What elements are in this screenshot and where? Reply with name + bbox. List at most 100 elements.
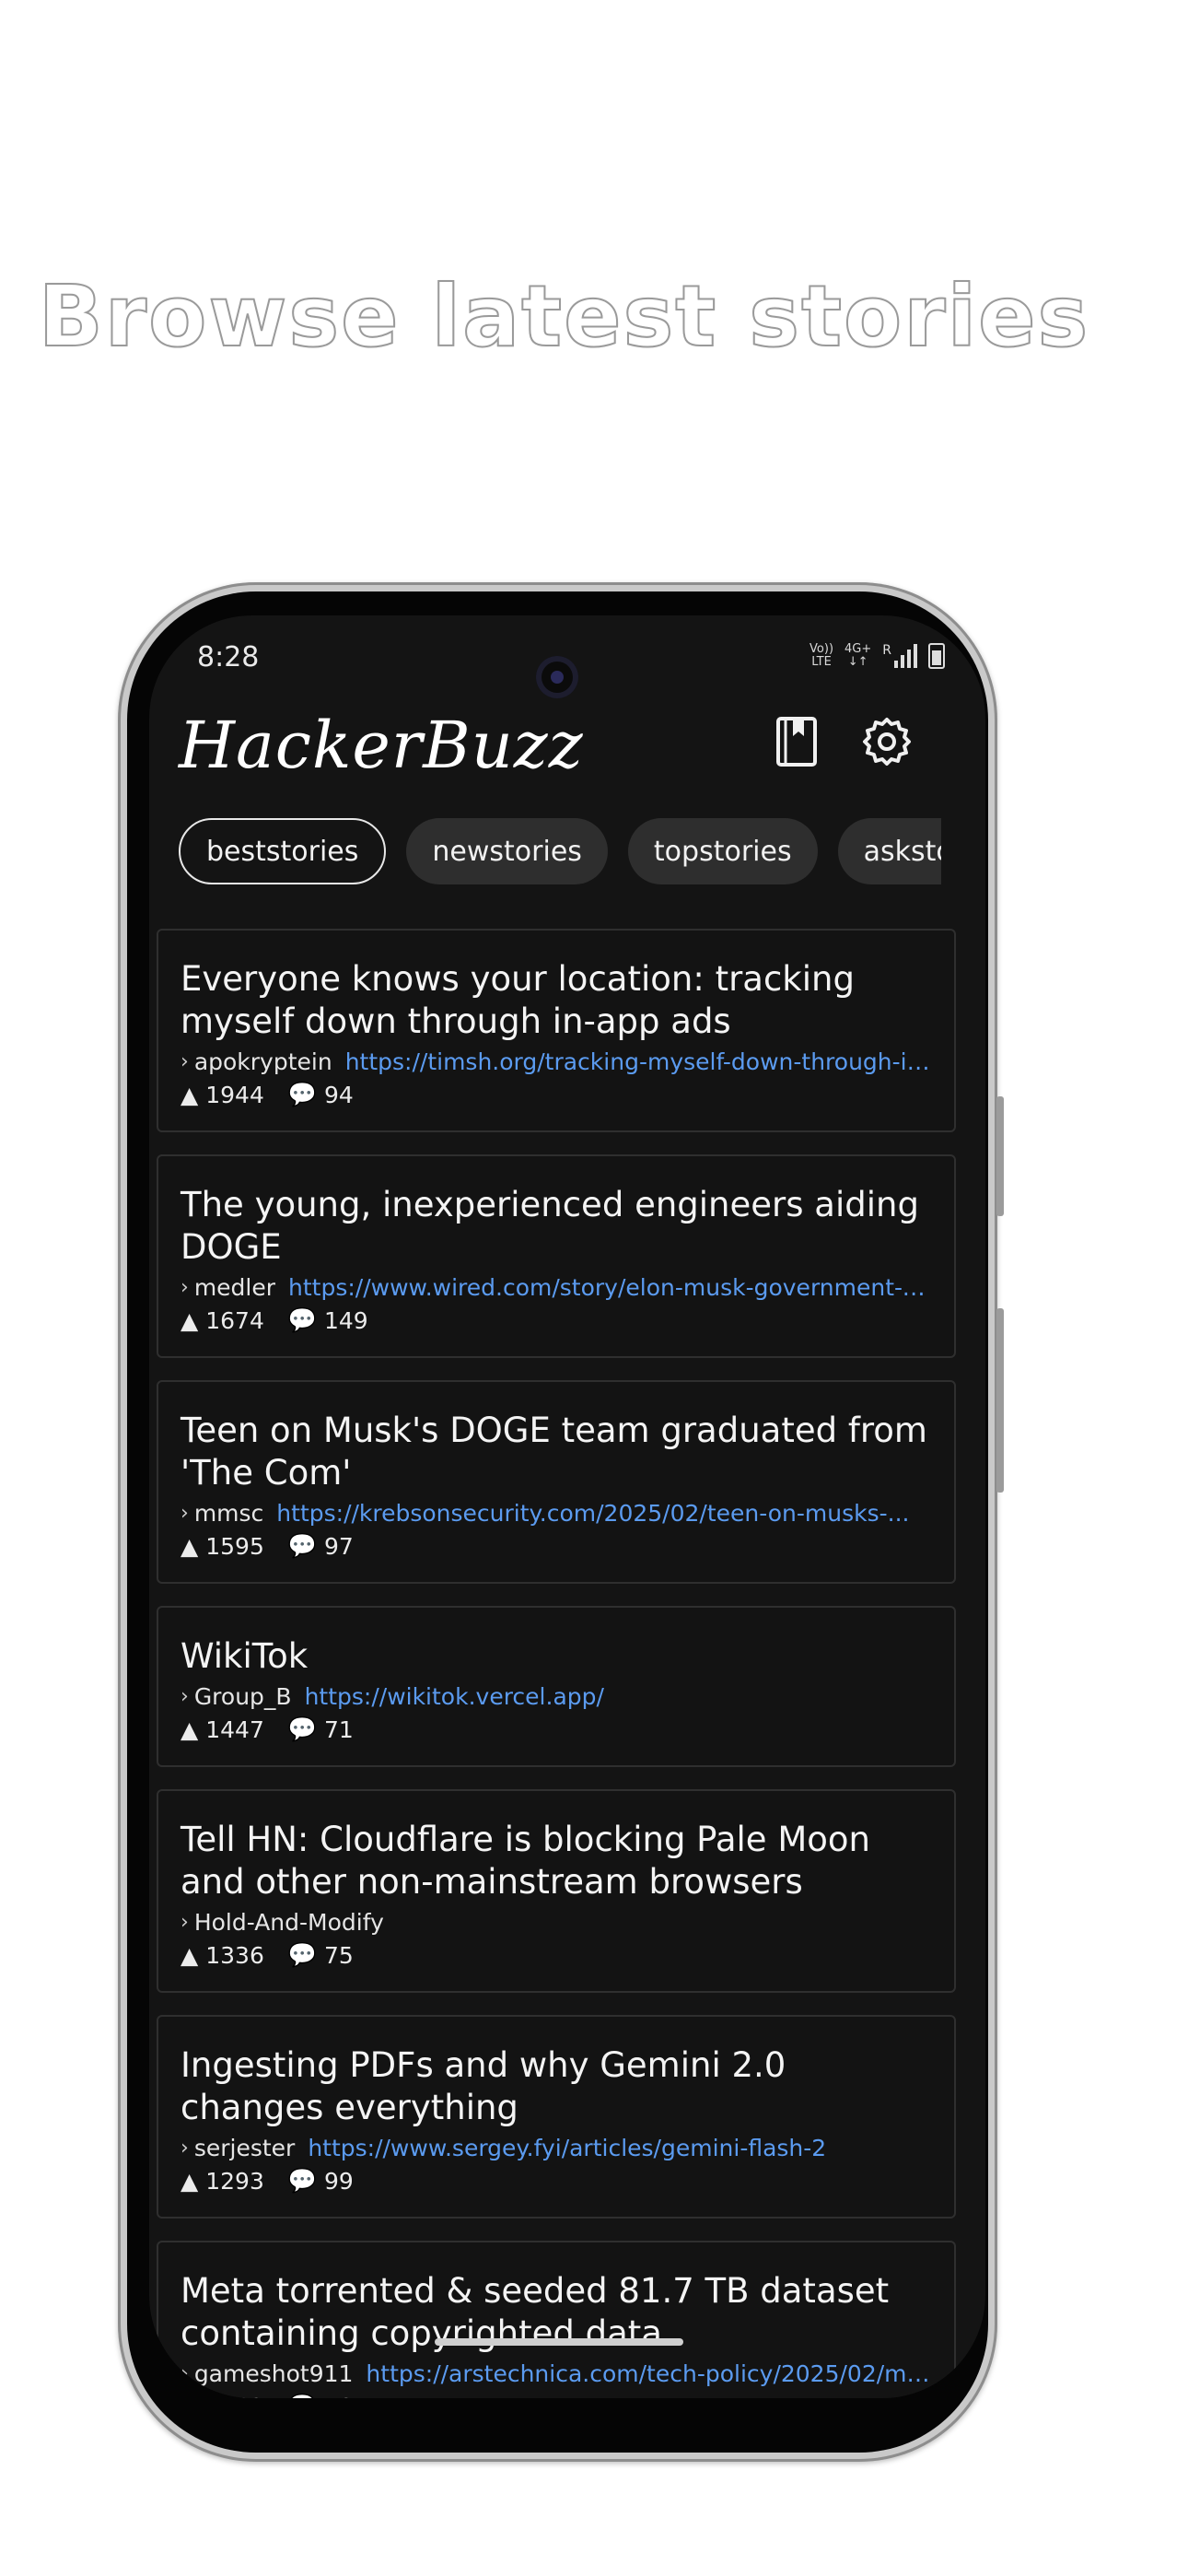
comments-stat[interactable]: 💬 149 [288, 1306, 368, 1334]
story-url[interactable]: https://www.wired.com/story/elon-musk-go… [288, 1274, 932, 1301]
story-list: Everyone knows your location: tracking m… [157, 929, 956, 2398]
upvote-icon: ▲ [181, 1941, 199, 1969]
story-comments: 71 [324, 1715, 354, 1743]
chevron-right-icon: › [181, 1911, 189, 1934]
story-stats: ▲ 1336 💬 75 [181, 1941, 932, 1969]
story-stats: ▲ 1944 💬 94 [181, 1081, 932, 1108]
story-title[interactable]: The young, inexperienced engineers aidin… [181, 1184, 932, 1269]
settings-button[interactable] [855, 709, 919, 774]
story-url[interactable]: https://timsh.org/tracking-myself-down-t… [345, 1048, 932, 1075]
story-meta: › Group_B https://wikitok.vercel.app/ [181, 1683, 932, 1710]
bookmarks-button[interactable] [764, 709, 829, 774]
comment-icon: 💬 [287, 1306, 317, 1333]
story-card[interactable]: Meta torrented & seeded 81.7 TB dataset … [157, 2241, 956, 2398]
story-card[interactable]: Everyone knows your location: tracking m… [157, 929, 956, 1132]
story-comments: 104 [324, 2394, 368, 2399]
comment-icon: 💬 [287, 1941, 317, 1968]
tab-askstories[interactable]: askstories [837, 818, 941, 884]
comments-stat[interactable]: 💬 71 [288, 1715, 354, 1743]
story-points: 1336 [205, 1941, 264, 1969]
story-stats: ▲ 1263 💬 104 [181, 2393, 932, 2398]
story-author[interactable]: medler [194, 1274, 275, 1301]
story-card[interactable]: Ingesting PDFs and why Gemini 2.0 change… [157, 2015, 956, 2219]
story-stats: ▲ 1447 💬 71 [181, 1715, 932, 1743]
points-stat: ▲ 1674 [181, 1307, 264, 1334]
power-button [996, 1308, 1004, 1493]
story-author[interactable]: gameshot911 [194, 2360, 354, 2387]
comments-stat[interactable]: 💬 75 [288, 1941, 354, 1969]
chevron-right-icon: › [181, 1050, 189, 1073]
comment-icon: 💬 [287, 1532, 317, 1559]
points-stat: ▲ 1595 [181, 1533, 264, 1560]
comment-icon: 💬 [287, 1081, 317, 1107]
home-indicator[interactable] [435, 2338, 683, 2346]
status-icons: Vo)) LTE 4G+ ↓↑ R [809, 643, 945, 669]
volume-button [996, 1096, 1004, 1216]
story-url[interactable]: https://arstechnica.com/tech-policy/2025… [366, 2360, 932, 2387]
story-points: 1595 [205, 1532, 264, 1560]
comments-stat[interactable]: 💬 94 [288, 1081, 354, 1108]
app-screen: 8:28 Vo)) LTE 4G+ ↓↑ R HackerBuzz bestst… [149, 615, 985, 2398]
points-stat: ▲ 1447 [181, 1716, 264, 1743]
upvote-icon: ▲ [181, 2394, 198, 2399]
category-tabs: beststories newstories topstories asksto… [179, 818, 941, 888]
story-author[interactable]: mmsc [194, 1500, 263, 1527]
tab-topstories[interactable]: topstories [627, 818, 818, 884]
points-stat: ▲ 1293 [181, 2168, 264, 2195]
gear-icon [863, 718, 911, 766]
comments-stat[interactable]: 💬 99 [288, 2167, 354, 2195]
story-card[interactable]: The young, inexperienced engineers aidin… [157, 1154, 956, 1358]
upvote-icon: ▲ [181, 1306, 199, 1334]
story-points: 1674 [205, 1306, 264, 1334]
story-points: 1447 [205, 1715, 264, 1743]
story-author[interactable]: serjester [194, 2135, 296, 2161]
upvote-icon: ▲ [181, 2167, 199, 2195]
story-url[interactable]: https://www.sergey.fyi/articles/gemini-f… [308, 2135, 932, 2161]
story-meta: › gameshot911 https://arstechnica.com/te… [181, 2360, 932, 2387]
story-points: 1293 [205, 2167, 264, 2195]
story-points: 1263 [205, 2394, 264, 2399]
upvote-icon: ▲ [181, 1715, 199, 1743]
comment-icon: 💬 [287, 2167, 317, 2194]
story-title[interactable]: Ingesting PDFs and why Gemini 2.0 change… [181, 2044, 932, 2129]
chevron-right-icon: › [181, 1276, 189, 1299]
chevron-right-icon: › [181, 1502, 189, 1525]
story-meta: › medler https://www.wired.com/story/elo… [181, 1274, 932, 1301]
story-stats: ▲ 1293 💬 99 [181, 2167, 932, 2195]
volte-icon: Vo)) LTE [809, 643, 833, 669]
story-url[interactable]: https://wikitok.vercel.app/ [305, 1683, 932, 1710]
story-comments: 99 [324, 2167, 354, 2195]
story-meta: › mmsc https://krebsonsecurity.com/2025/… [181, 1500, 932, 1527]
story-comments: 75 [324, 1941, 354, 1969]
tab-beststories[interactable]: beststories [179, 818, 387, 884]
story-title[interactable]: Teen on Musk's DOGE team graduated from … [181, 1410, 932, 1494]
story-url[interactable]: https://krebsonsecurity.com/2025/02/teen… [276, 1500, 932, 1527]
story-card[interactable]: Teen on Musk's DOGE team graduated from … [157, 1380, 956, 1584]
story-title[interactable]: Everyone knows your location: tracking m… [181, 958, 932, 1043]
story-meta: › serjester https://www.sergey.fyi/artic… [181, 2135, 932, 2161]
app-title: HackerBuzz [179, 708, 584, 783]
comments-stat[interactable]: 💬 97 [288, 1532, 354, 1560]
volte-label: Vo)) [809, 642, 834, 656]
story-comments: 97 [324, 1532, 354, 1560]
story-title[interactable]: Tell HN: Cloudflare is blocking Pale Moo… [181, 1819, 932, 1903]
story-card[interactable]: WikiTok › Group_B https://wikitok.vercel… [157, 1606, 956, 1767]
chevron-right-icon: › [181, 2362, 189, 2385]
story-stats: ▲ 1595 💬 97 [181, 1532, 932, 1560]
points-stat: ▲ 1336 [181, 1942, 264, 1969]
status-time: 8:28 [197, 641, 260, 673]
story-meta: › apokryptein https://timsh.org/tracking… [181, 1048, 932, 1075]
comments-stat[interactable]: 💬 104 [288, 2393, 368, 2398]
story-card[interactable]: Tell HN: Cloudflare is blocking Pale Moo… [157, 1789, 956, 1993]
story-author[interactable]: apokryptein [194, 1048, 332, 1075]
story-title[interactable]: WikiTok [181, 1635, 932, 1678]
roaming-label: R [882, 643, 891, 658]
upvote-icon: ▲ [181, 1532, 199, 1560]
comment-icon: 💬 [287, 1715, 317, 1742]
network-gen-icon: 4G+ ↓↑ [844, 643, 871, 669]
story-author[interactable]: Group_B [194, 1683, 292, 1710]
tab-newstories[interactable]: newstories [406, 818, 608, 884]
story-author[interactable]: Hold-And-Modify [194, 1909, 384, 1936]
front-camera [536, 656, 578, 698]
points-stat: ▲ 1263 [181, 2394, 264, 2399]
